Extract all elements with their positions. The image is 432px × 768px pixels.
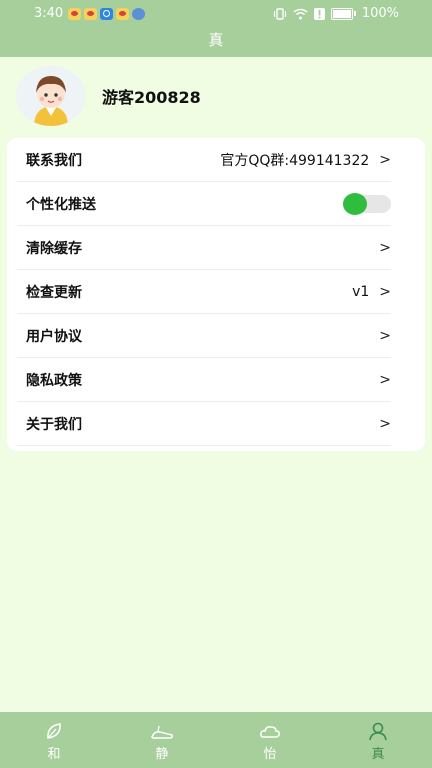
battery-level: 100% (361, 6, 399, 21)
top-bar: 3:40 100% 真 (0, 0, 432, 57)
chevron-right-icon: > (379, 283, 391, 300)
user-icon (369, 722, 387, 740)
push-toggle[interactable] (343, 192, 391, 215)
search-app-icon (100, 8, 113, 20)
clear-cache-label: 清除缓存 (26, 240, 82, 257)
privacy-policy-row[interactable]: 隐私政策 > (17, 358, 391, 402)
bottom-nav: 和 静 怡 真 (0, 712, 432, 768)
tab-jing[interactable]: 静 (108, 712, 216, 768)
status-right: 100% (273, 6, 399, 21)
username: 游客200828 (102, 88, 201, 107)
chevron-right-icon: > (379, 151, 391, 168)
contact-us-row[interactable]: 联系我们 官方QQ群:499141322 > (17, 138, 391, 182)
leaf-icon (47, 722, 61, 739)
profile-section[interactable]: 游客200828 (16, 66, 201, 126)
about-us-label: 关于我们 (26, 416, 82, 433)
version-value: v1 (352, 283, 370, 300)
battery-cap-icon (353, 11, 356, 16)
vibrate-icon (273, 7, 286, 20)
battery-icon (330, 7, 353, 20)
tab-label: 静 (155, 746, 169, 762)
alert-icon (313, 7, 325, 20)
tab-label: 真 (371, 746, 385, 762)
eye-app-icon (116, 8, 129, 20)
eye-app-icon (68, 8, 81, 20)
settings-card: 联系我们 官方QQ群:499141322 > 个性化推送 清除缓存 > 检查更新… (7, 138, 425, 451)
qq-group-value: 官方QQ群:499141322 (220, 152, 370, 169)
tab-label: 怡 (263, 746, 277, 762)
page-title: 真 (208, 31, 224, 49)
chevron-right-icon: > (379, 415, 391, 432)
status-bar: 3:40 100% (0, 0, 432, 27)
tab-he[interactable]: 和 (0, 712, 108, 768)
push-label: 个性化推送 (26, 196, 96, 213)
user-agreement-row[interactable]: 用户协议 > (17, 314, 391, 358)
check-update-label: 检查更新 (26, 284, 82, 301)
toggle-knob (343, 192, 367, 215)
wifi-icon (293, 8, 308, 19)
check-update-row[interactable]: 检查更新 v1 > (17, 270, 391, 314)
globe-app-icon (132, 8, 145, 20)
avatar[interactable] (16, 66, 86, 126)
push-row: 个性化推送 (17, 182, 391, 226)
notification-icons (68, 8, 145, 20)
privacy-policy-label: 隐私政策 (26, 372, 82, 389)
status-time: 3:40 (34, 6, 64, 21)
clear-cache-row[interactable]: 清除缓存 > (17, 226, 391, 270)
user-agreement-label: 用户协议 (26, 328, 82, 345)
contact-us-label: 联系我们 (26, 152, 82, 169)
tab-yi[interactable]: 怡 (216, 712, 324, 768)
tab-zhen[interactable]: 真 (324, 712, 432, 768)
chevron-right-icon: > (379, 327, 391, 344)
slipper-icon (151, 725, 173, 739)
tab-label: 和 (47, 746, 61, 762)
eye-app-icon (84, 8, 97, 20)
chevron-right-icon: > (379, 239, 391, 256)
cloud-icon (260, 725, 280, 738)
avatar-boy-icon (34, 76, 68, 126)
about-us-row[interactable]: 关于我们 > (17, 402, 391, 446)
chevron-right-icon: > (379, 371, 391, 388)
